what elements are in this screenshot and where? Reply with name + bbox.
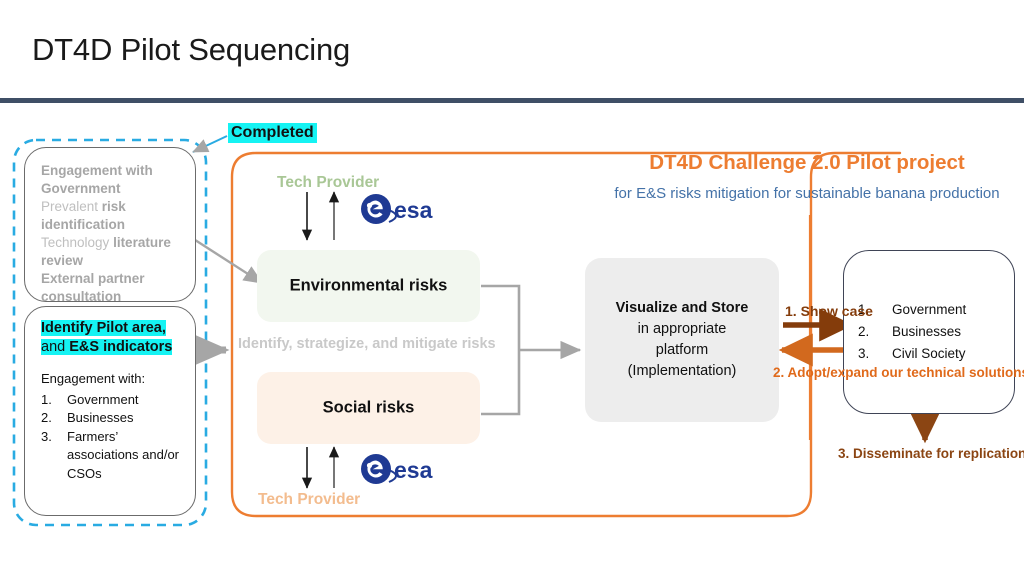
status-badge-completed: Completed <box>228 123 317 143</box>
visualize-and-store-box: Visualize and Store in appropriate platf… <box>585 258 779 422</box>
identify-highlight-line-2-bold: E&S indicators <box>69 338 173 355</box>
completed-leader-line <box>192 135 228 153</box>
prev-step-line-bold: risk <box>101 199 126 214</box>
pilot-project-container <box>230 151 902 518</box>
prev-step-line: Prevalent <box>41 199 102 214</box>
esa-logo-icon: esa <box>361 454 433 484</box>
list-item-label: Farmers’ associations and/or CSOs <box>67 428 180 481</box>
list-item: 3. Civil Society <box>858 343 966 365</box>
list-item: 2. Businesses <box>41 409 183 428</box>
list-item-label: Businesses <box>892 324 962 339</box>
prev-step-line: consultation <box>41 289 122 304</box>
esa-logo-icon: esa <box>361 194 433 224</box>
arrow-prev-to-environmental <box>191 236 264 285</box>
visualize-title: Visualize and Store <box>615 300 749 316</box>
engagement-heading: Engagement with: <box>41 371 146 386</box>
challenge-subtitle: for E&S risks mitigation for sustainable… <box>614 185 1000 202</box>
list-item: 3. Farmers’ associations and/or CSOs <box>41 428 183 484</box>
list-item-number: 3. <box>41 428 52 444</box>
list-item-number: 1. <box>41 391 52 407</box>
previous-steps-box: Engagement with Government Prevalent ris… <box>24 147 196 304</box>
page-title: DT4D Pilot Sequencing <box>32 32 351 67</box>
list-item: 2. Businesses <box>858 321 966 343</box>
tech-provider-label-bottom: Tech Provider <box>258 491 361 508</box>
identify-pilot-area-box: Identify Pilot area, and E&S indicators … <box>24 306 196 516</box>
visualize-line-3: platform <box>655 342 709 358</box>
social-risks-box: Social risks <box>257 372 480 444</box>
challenge-title: DT4D Challenge 2.0 Pilot project <box>649 151 965 174</box>
prev-step-line: identification <box>41 217 125 232</box>
flow-label-disseminate: 3. Disseminate for replication for other… <box>838 446 1024 461</box>
stakeholders-list: 1. Government 2. Businesses 3. Civil Soc… <box>858 299 966 365</box>
tech-provider-label-top: Tech Provider <box>277 174 380 191</box>
list-item: 1. Government <box>858 299 966 321</box>
prev-step-line: Technology <box>41 235 114 250</box>
prev-step-line-bold: literature <box>113 235 171 250</box>
prev-step-line: review <box>41 253 84 268</box>
svg-text:esa: esa <box>394 197 433 223</box>
visualize-line-2: in appropriate <box>637 321 727 337</box>
prev-step-line: External partner <box>41 271 145 286</box>
list-item: 1. Government <box>41 391 183 410</box>
list-item-label: Government <box>892 302 967 317</box>
list-item-label: Civil Society <box>892 346 966 361</box>
prev-step-line: Government <box>41 181 121 196</box>
title-divider <box>0 98 1024 103</box>
environmental-risks-label: Environmental risks <box>289 276 448 295</box>
list-item-label: Government <box>67 391 139 407</box>
environmental-risks-box: Environmental risks <box>257 250 480 322</box>
engagement-list: 1. Government 2. Businesses 3. Farmers’ … <box>41 391 183 484</box>
list-item-number: 2. <box>41 410 52 425</box>
identify-highlight-line-2-plain: and <box>41 338 70 355</box>
stakeholders-box: 1. Government 2. Businesses 3. Civil Soc… <box>843 250 1015 414</box>
prev-step-line: Engagement with <box>41 163 153 178</box>
svg-text:esa: esa <box>394 457 433 483</box>
list-item-number: 3. <box>858 346 870 361</box>
identify-highlight-line-1: Identify Pilot area, <box>41 320 166 336</box>
mitigate-risks-caption: Identify, strategize, and mitigate risks <box>238 336 496 352</box>
slide-canvas: DT4D Pilot Sequencing Completed Engageme… <box>0 0 1024 576</box>
flow-label-adopt-expand: 2. Adopt/expand our technical solutions … <box>773 365 1024 380</box>
list-item-label: Businesses <box>67 410 134 425</box>
social-risks-label: Social risks <box>322 398 415 417</box>
flow-label-showcase: 1. Show case <box>785 303 873 319</box>
visualize-line-4: (Implementation) <box>627 363 737 379</box>
list-item-number: 2. <box>858 324 870 339</box>
